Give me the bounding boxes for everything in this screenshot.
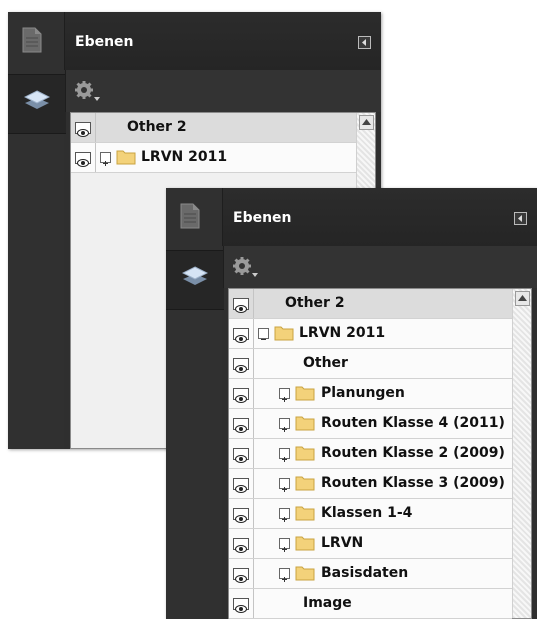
document-icon[interactable] xyxy=(22,27,42,53)
folder-icon xyxy=(116,149,136,169)
layer-label: Other 2 xyxy=(127,119,187,135)
layer-label: Planungen xyxy=(321,385,405,401)
layer-label: Klassen 1-4 xyxy=(321,505,413,521)
expand-icon[interactable] xyxy=(279,448,290,462)
layer-label: Image xyxy=(303,595,352,611)
layer-row-other[interactable]: Other xyxy=(229,349,512,379)
layers-icon xyxy=(23,89,51,115)
expand-icon[interactable] xyxy=(279,388,290,402)
scroll-up-icon[interactable] xyxy=(515,291,530,306)
layers-tab[interactable] xyxy=(166,250,224,310)
expand-icon[interactable] xyxy=(279,418,290,432)
collapse-left-icon[interactable] xyxy=(358,36,371,49)
layer-row-planungen[interactable]: Planungen xyxy=(229,379,512,409)
eye-icon[interactable] xyxy=(229,559,254,588)
layer-row-klassen-1-4[interactable]: Klassen 1-4 xyxy=(229,499,512,529)
layer-row-routen-klasse-4[interactable]: Routen Klasse 4 (2011) xyxy=(229,409,512,439)
eye-icon[interactable] xyxy=(229,439,254,468)
expand-icon[interactable] xyxy=(100,152,111,166)
expand-icon[interactable] xyxy=(279,508,290,522)
expand-icon[interactable] xyxy=(279,538,290,552)
eye-icon[interactable] xyxy=(229,589,254,618)
eye-icon[interactable] xyxy=(229,469,254,498)
layer-row-basisdaten[interactable]: Basisdaten xyxy=(229,559,512,589)
collapse-left-icon[interactable] xyxy=(514,212,527,225)
layer-label: LRVN 2011 xyxy=(141,149,228,165)
eye-icon[interactable] xyxy=(71,143,96,172)
panel-title: Ebenen xyxy=(75,34,134,50)
folder-icon xyxy=(295,565,315,585)
expand-icon[interactable] xyxy=(279,568,290,582)
collapse-icon[interactable] xyxy=(258,328,269,340)
folder-icon xyxy=(295,475,315,495)
folder-icon xyxy=(295,415,315,435)
folder-icon xyxy=(295,445,315,465)
layer-label: LRVN 2011 xyxy=(299,325,386,341)
layer-row-other-2[interactable]: Other 2 xyxy=(71,113,356,143)
eye-icon[interactable] xyxy=(229,499,254,528)
layer-row-routen-klasse-3[interactable]: Routen Klasse 3 (2009) xyxy=(229,469,512,499)
chevron-down-icon[interactable] xyxy=(252,262,258,281)
gear-icon[interactable] xyxy=(74,80,94,104)
chevron-down-icon[interactable] xyxy=(94,86,100,105)
eye-icon[interactable] xyxy=(229,379,254,408)
layer-label: Basisdaten xyxy=(321,565,409,581)
folder-icon xyxy=(274,325,294,345)
layer-row-other-2[interactable]: Other 2 xyxy=(229,289,512,319)
folder-icon xyxy=(295,385,315,405)
panel-title: Ebenen xyxy=(233,210,292,226)
layer-row-lrvn-2011[interactable]: LRVN 2011 xyxy=(71,143,356,173)
scrollbar[interactable] xyxy=(512,289,531,618)
layer-row-lrvn[interactable]: LRVN xyxy=(229,529,512,559)
layer-label: LRVN xyxy=(321,535,364,551)
layer-row-routen-klasse-2[interactable]: Routen Klasse 2 (2009) xyxy=(229,439,512,469)
panel-header: Ebenen xyxy=(222,188,537,246)
layer-label: Routen Klasse 4 (2011) xyxy=(321,415,505,431)
eye-icon[interactable] xyxy=(71,113,96,142)
layers-icon xyxy=(181,265,209,291)
panel-toolbar xyxy=(65,70,381,112)
layer-list: Other 2 LRVN 2011 Other Planungen Routen… xyxy=(228,288,532,619)
panel-toolbar xyxy=(223,246,537,288)
layers-panel-front: Ebenen Other 2 LRVN 2011 Other Planungen… xyxy=(166,188,537,619)
eye-icon[interactable] xyxy=(229,349,254,378)
gear-icon[interactable] xyxy=(232,256,252,280)
eye-icon[interactable] xyxy=(229,409,254,438)
layer-label: Other 2 xyxy=(285,295,345,311)
layer-row-lrvn-2011[interactable]: LRVN 2011 xyxy=(229,319,512,349)
layers-tab[interactable] xyxy=(8,74,66,134)
expand-icon[interactable] xyxy=(279,478,290,492)
layer-row-image[interactable]: Image xyxy=(229,589,512,619)
layer-label: Routen Klasse 2 (2009) xyxy=(321,445,505,461)
folder-icon xyxy=(295,505,315,525)
eye-icon[interactable] xyxy=(229,319,254,348)
panel-header: Ebenen xyxy=(64,12,381,70)
document-icon[interactable] xyxy=(180,203,200,229)
layer-label: Routen Klasse 3 (2009) xyxy=(321,475,505,491)
eye-icon[interactable] xyxy=(229,529,254,558)
layer-label: Other xyxy=(303,355,348,371)
folder-icon xyxy=(295,535,315,555)
eye-icon[interactable] xyxy=(229,289,254,318)
scroll-up-icon[interactable] xyxy=(359,115,374,130)
